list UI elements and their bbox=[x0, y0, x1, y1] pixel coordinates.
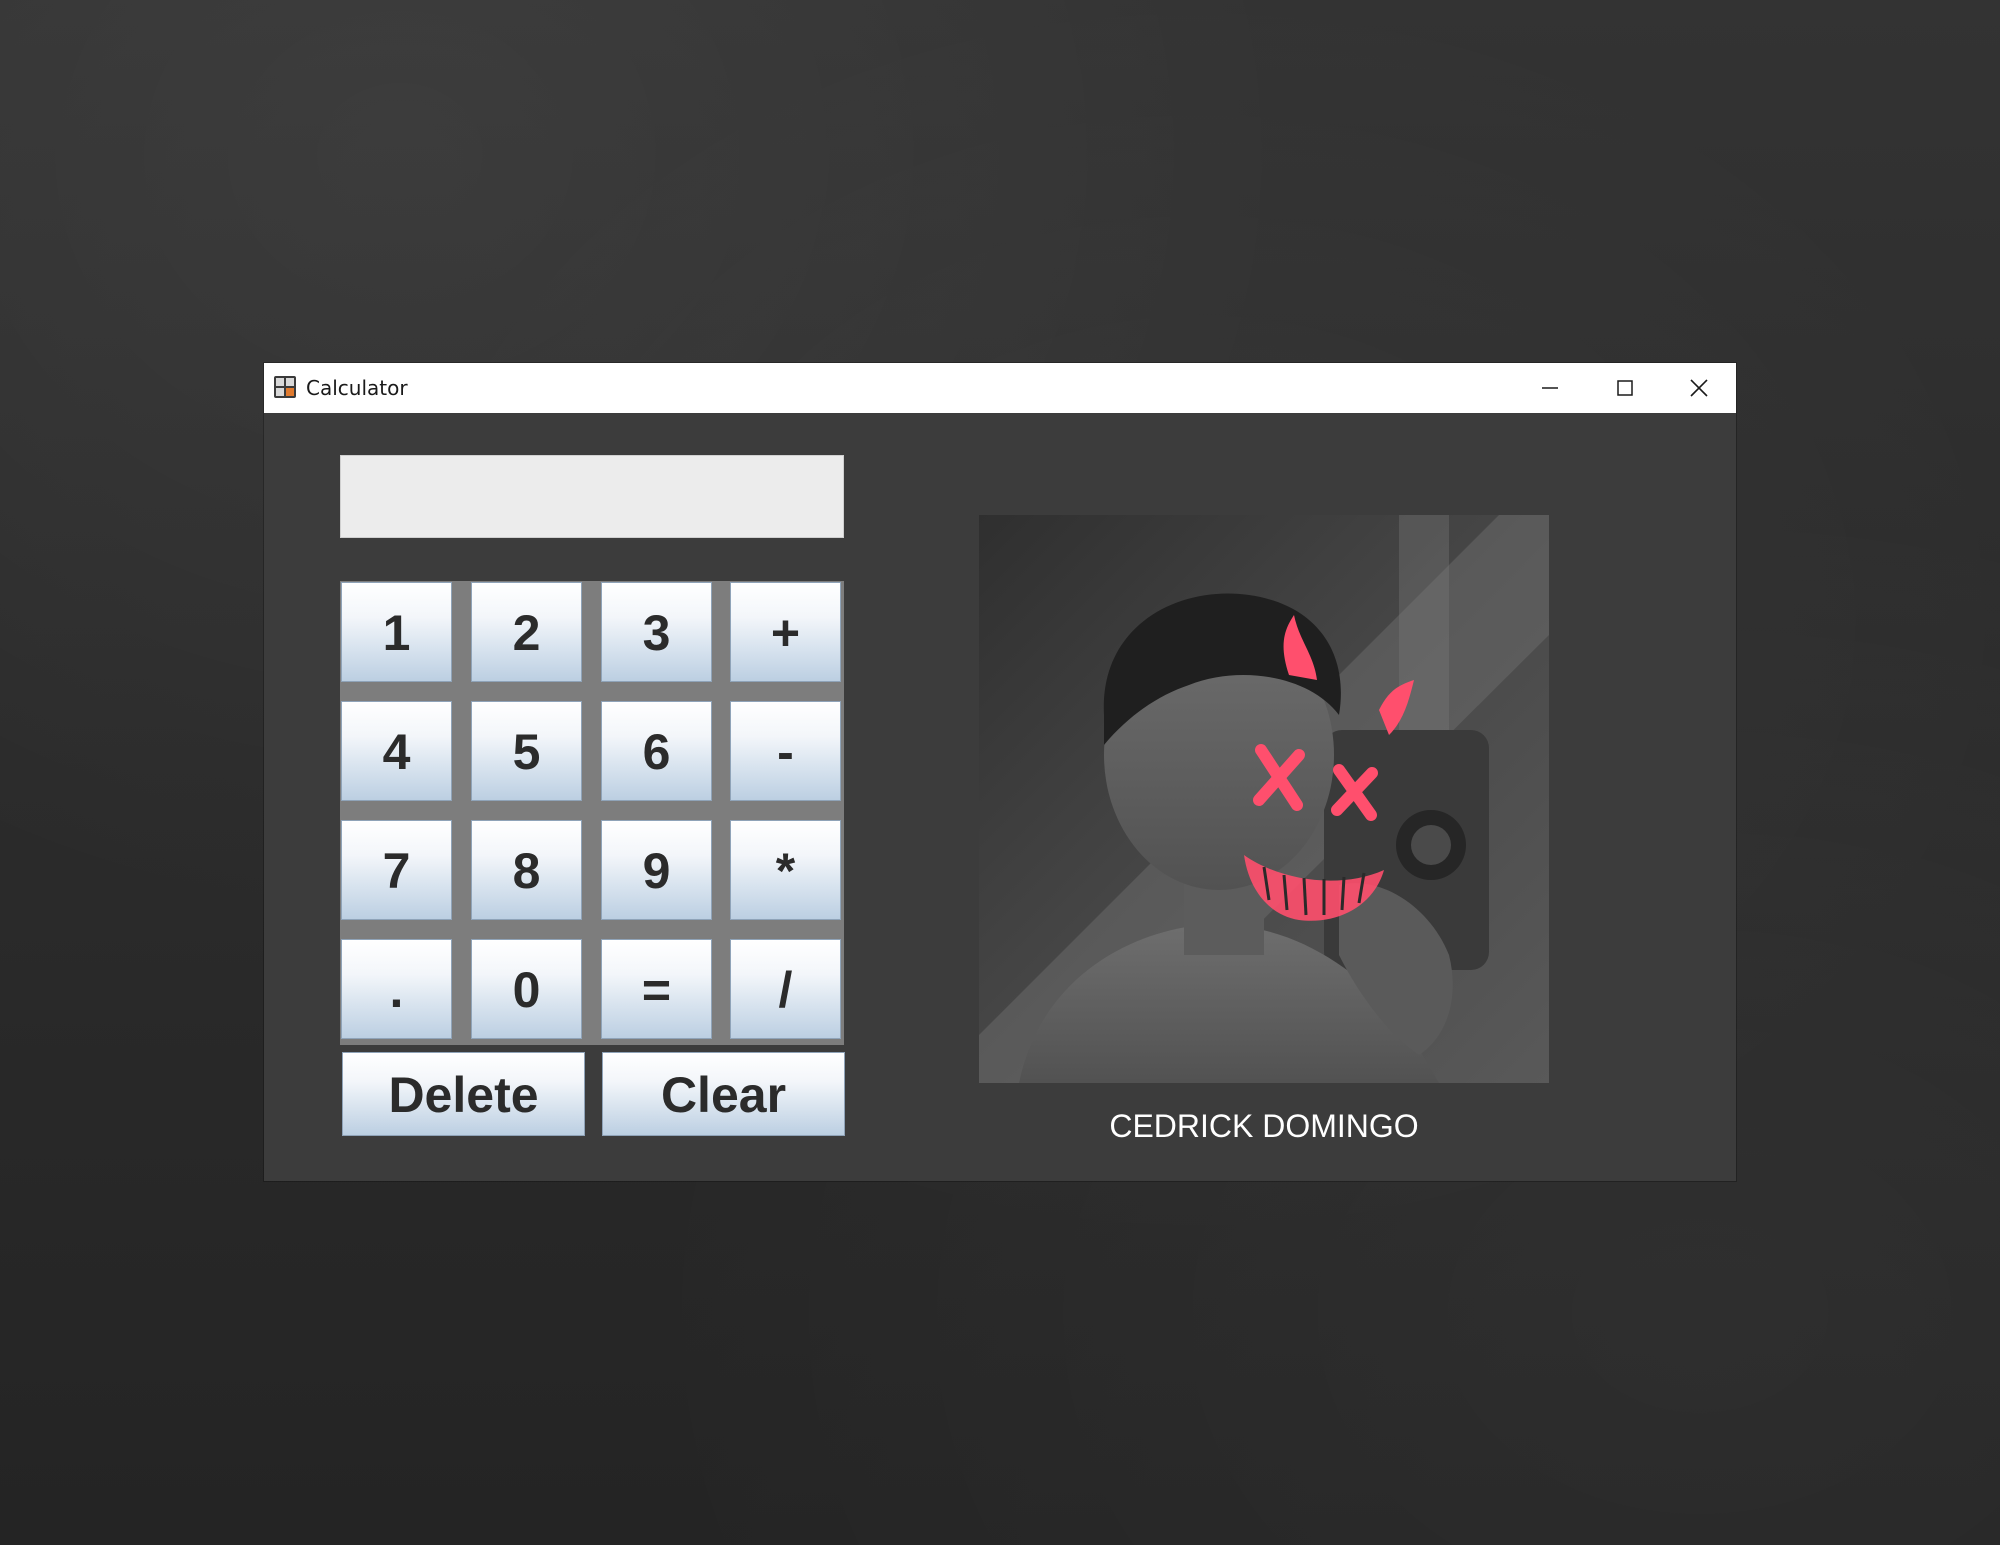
key-6[interactable]: 6 bbox=[601, 701, 712, 801]
title-bar[interactable]: Calculator bbox=[264, 363, 1736, 413]
key-9[interactable]: 9 bbox=[601, 820, 712, 920]
key-0[interactable]: 0 bbox=[471, 939, 582, 1039]
key-7[interactable]: 7 bbox=[341, 820, 452, 920]
key-4[interactable]: 4 bbox=[341, 701, 452, 801]
key-decimal[interactable]: . bbox=[341, 939, 452, 1039]
result-display[interactable] bbox=[340, 455, 844, 538]
key-divide[interactable]: / bbox=[730, 939, 841, 1039]
maximize-button[interactable] bbox=[1588, 363, 1662, 413]
close-button[interactable] bbox=[1662, 363, 1736, 413]
key-multiply[interactable]: * bbox=[730, 820, 841, 920]
minimize-button[interactable] bbox=[1513, 363, 1587, 413]
keypad: 1 2 3 + 4 5 6 - 7 8 9 * . 0 = / bbox=[340, 581, 844, 1045]
minimize-icon bbox=[1542, 387, 1558, 389]
close-icon bbox=[1690, 379, 1708, 397]
clear-button[interactable]: Clear bbox=[602, 1052, 845, 1136]
maximize-icon bbox=[1617, 380, 1633, 396]
delete-button[interactable]: Delete bbox=[342, 1052, 585, 1136]
window-title: Calculator bbox=[306, 376, 408, 400]
key-2[interactable]: 2 bbox=[471, 582, 582, 682]
key-3[interactable]: 3 bbox=[601, 582, 712, 682]
key-1[interactable]: 1 bbox=[341, 582, 452, 682]
calculator-icon bbox=[274, 376, 296, 398]
profile-name: CEDRICK DOMINGO bbox=[1109, 1108, 1419, 1144]
profile-photo bbox=[979, 515, 1549, 1083]
key-minus[interactable]: - bbox=[730, 701, 841, 801]
key-plus[interactable]: + bbox=[730, 582, 841, 682]
key-8[interactable]: 8 bbox=[471, 820, 582, 920]
key-equals[interactable]: = bbox=[601, 939, 712, 1039]
key-5[interactable]: 5 bbox=[471, 701, 582, 801]
profile-photo-image bbox=[979, 515, 1549, 1083]
calculator-window: Calculator 1 2 3 + 4 5 6 - 7 8 9 * . 0 =… bbox=[264, 363, 1736, 1181]
